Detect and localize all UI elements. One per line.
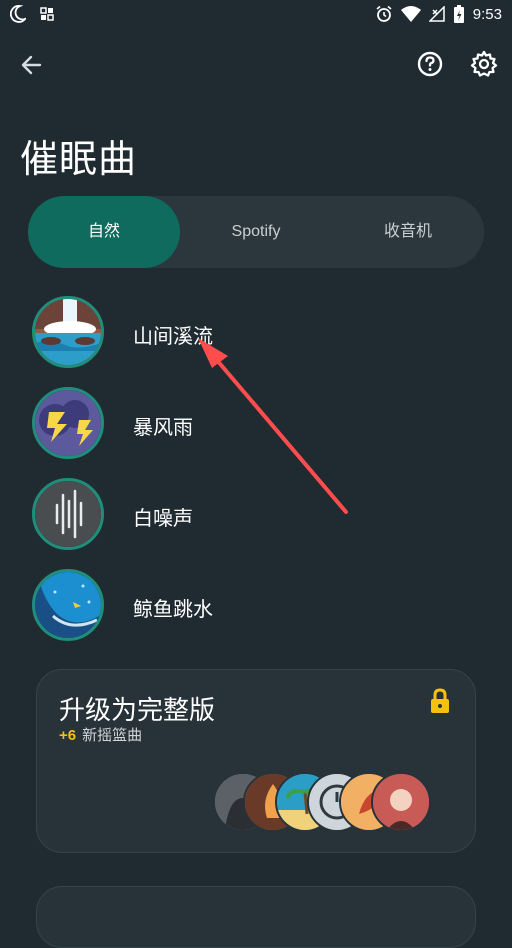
tab-nature[interactable]: 自然 [28,196,180,268]
status-bar: 9:53 [0,0,512,30]
tab-radio[interactable]: 收音机 [332,196,484,268]
top-bar [0,40,512,88]
storm-icon [32,387,104,459]
moon-icon [10,5,26,23]
sound-item-stream[interactable]: 山间溪流 [32,296,472,370]
back-arrow-icon[interactable] [16,50,48,80]
person-icon [371,772,431,832]
upgrade-card[interactable]: 升级为完整版 +6 新摇篮曲 [36,669,476,853]
wifi-icon [400,6,421,22]
upgrade-subtitle-text: 新摇篮曲 [82,727,143,744]
tab-spotify[interactable]: Spotify [180,196,332,268]
battery-icon [453,5,464,23]
second-card[interactable] [36,886,476,948]
sound-label: 鲸鱼跳水 [133,599,213,621]
sound-item-whale[interactable]: 鲸鱼跳水 [32,569,472,643]
alarm-icon [376,5,392,22]
upgrade-title: 升级为完整版 [59,695,216,725]
gear-icon[interactable] [468,48,500,80]
category-tabs: 自然 Spotify 收音机 [28,196,484,268]
sound-item-storm[interactable]: 暴风雨 [32,387,472,461]
sound-label: 暴风雨 [133,417,193,439]
whale-icon [32,569,104,641]
signal-icon [428,6,445,22]
clock-text: 9:53 [472,5,502,23]
sound-item-white-noise[interactable]: 白噪声 [32,478,472,552]
upgrade-count: +6 [59,727,77,744]
sound-label: 白噪声 [133,508,193,530]
app-notification-icon [40,7,54,21]
help-icon[interactable] [414,48,446,80]
sound-label: 山间溪流 [133,326,213,348]
waterfall-icon [32,296,104,368]
page-title: 催眠曲 [20,139,138,181]
upgrade-subtitle: +6 新摇篮曲 [59,724,142,745]
lock-icon [431,688,449,713]
premium-sound-avatars [213,772,453,832]
white-noise-icon [32,478,104,550]
